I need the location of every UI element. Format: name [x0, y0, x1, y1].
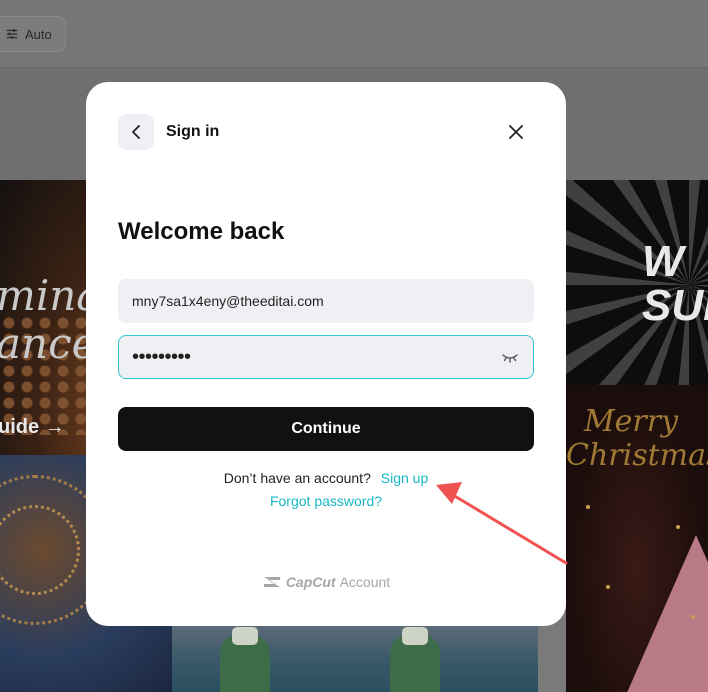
- password-field[interactable]: •••••••••: [118, 335, 534, 379]
- template-thumbnail-bottles[interactable]: [172, 625, 538, 692]
- thumbnail-title-text: W SUM: [642, 237, 708, 330]
- welcome-heading: Welcome back: [118, 218, 285, 245]
- signup-prompt: Don’t have an account? Sign up: [86, 470, 566, 486]
- no-account-text: Don’t have an account?: [223, 470, 371, 486]
- thumbnail-guide-link: uide →: [0, 416, 65, 438]
- forgot-password-link[interactable]: Forgot password?: [86, 493, 566, 509]
- brand-suffix: Account: [339, 574, 391, 590]
- eye-closed-icon[interactable]: [501, 350, 519, 364]
- template-thumbnail-christmas[interactable]: Merry Christmas: [566, 385, 708, 692]
- close-button[interactable]: [502, 118, 530, 146]
- password-value: •••••••••: [132, 346, 191, 368]
- dialog-title: Sign in: [166, 123, 220, 140]
- brand-footer: CapCut Account: [86, 574, 566, 590]
- auto-button-label: Auto: [25, 26, 52, 42]
- email-field[interactable]: mny7sa1x4eny@theeditai.com: [118, 279, 534, 323]
- sign-up-link[interactable]: Sign up: [381, 470, 428, 486]
- close-icon: [509, 125, 523, 139]
- email-value: mny7sa1x4eny@theeditai.com: [132, 293, 324, 309]
- back-button[interactable]: [118, 114, 154, 150]
- sliders-icon: [6, 29, 18, 39]
- capcut-logo-icon: [263, 577, 280, 587]
- auto-button[interactable]: Auto: [0, 16, 66, 52]
- template-thumbnail-summer[interactable]: W SUM: [566, 180, 708, 385]
- continue-button[interactable]: Continue: [118, 407, 534, 451]
- sign-in-dialog: Sign in Welcome back mny7sa1x4eny@theedi…: [86, 82, 566, 626]
- background-toolbar: Auto: [0, 0, 708, 68]
- brand-name: CapCut: [285, 574, 336, 590]
- thumbnail-title-text: Merry Christmas: [566, 404, 708, 473]
- chevron-left-icon: [132, 125, 140, 139]
